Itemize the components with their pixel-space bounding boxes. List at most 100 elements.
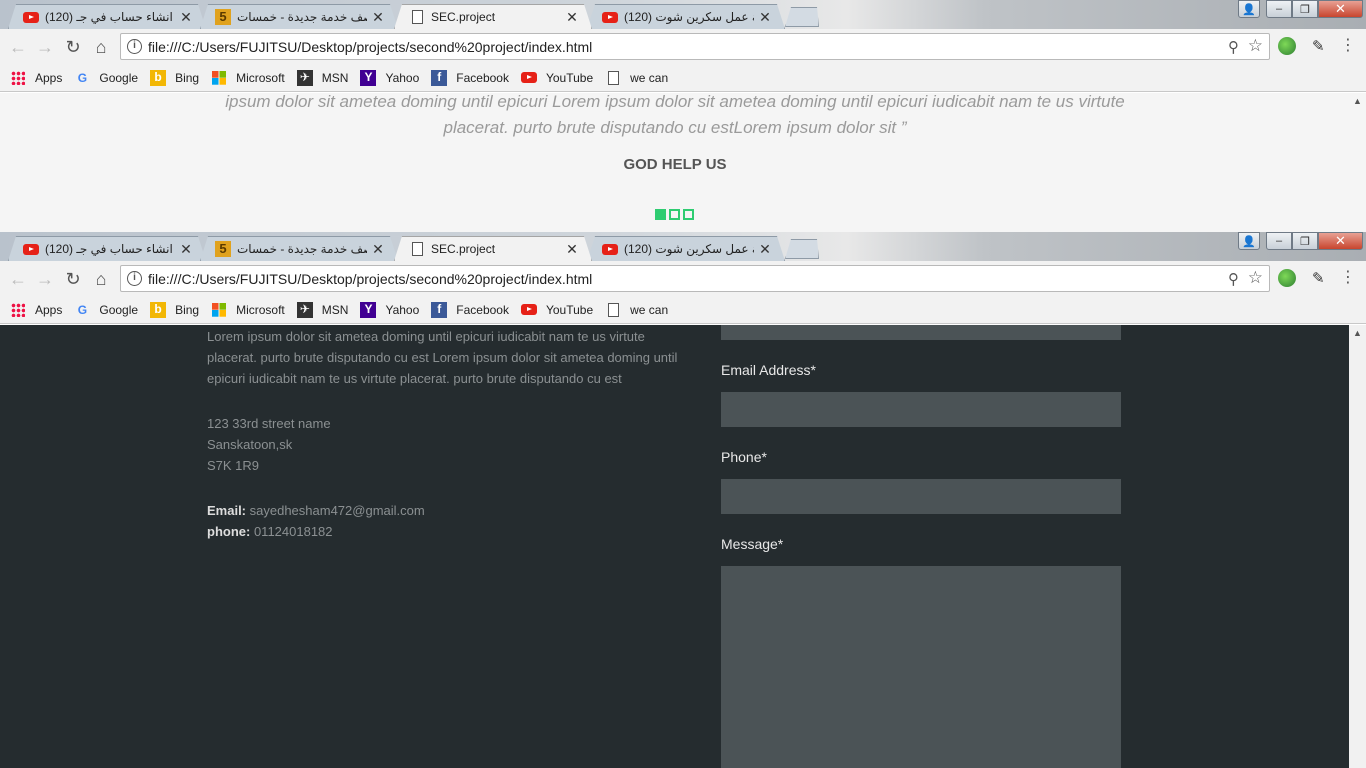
url-text[interactable]: file:///C:/Users/FUJITSU/Desktop/project…: [148, 271, 592, 287]
contact-details: Email: sayedhesham472@gmail.com phone: 0…: [207, 500, 425, 542]
bookmark-label: Bing: [175, 70, 200, 85]
extension-eyedropper-icon[interactable]: ✎: [1312, 37, 1330, 55]
slider-dot-3[interactable]: [683, 209, 694, 220]
zoom-icon[interactable]: ⚲: [1228, 270, 1239, 288]
bookmark-msn[interactable]: ✈ MSN: [296, 301, 348, 318]
phone-row: phone: 01124018182: [207, 521, 425, 542]
site-info-icon[interactable]: i: [127, 271, 142, 286]
minimize-button[interactable]: ‒: [1266, 232, 1292, 250]
tab-youtube-account[interactable]: (120) طريقة انشاء حساب في جـ ✕: [8, 4, 206, 29]
extension-globe-icon[interactable]: [1278, 269, 1296, 287]
extension-eyedropper-icon[interactable]: ✎: [1312, 269, 1330, 287]
chrome-menu-icon[interactable]: ⋮: [1340, 37, 1356, 55]
bookmark-star-icon[interactable]: ☆: [1248, 36, 1263, 56]
bookmark-facebook[interactable]: f Facebook: [431, 301, 509, 318]
extension-globe-icon[interactable]: [1278, 37, 1296, 55]
bookmark-msn[interactable]: ✈ MSN: [296, 69, 348, 86]
bookmark-label: we can: [630, 70, 669, 85]
scrollbar[interactable]: ▲: [1349, 325, 1366, 768]
bookmark-microsoft[interactable]: Microsoft: [211, 70, 285, 86]
bookmark-yahoo[interactable]: Y Yahoo: [360, 301, 419, 318]
bookmark-apps[interactable]: Apps: [10, 70, 62, 86]
tab-youtube-account[interactable]: (120) طريقة انشاء حساب في جـ ✕: [8, 236, 206, 261]
address-bar[interactable]: i file:///C:/Users/FUJITSU/Desktop/proje…: [120, 33, 1270, 60]
close-tab-icon[interactable]: ✕: [371, 9, 385, 26]
close-tab-icon[interactable]: ✕: [758, 9, 772, 26]
bookmark-google[interactable]: G Google: [74, 302, 138, 318]
google-icon: G: [77, 302, 88, 317]
close-tab-icon[interactable]: ✕: [179, 241, 193, 258]
bookmark-bing[interactable]: b Bing: [150, 301, 199, 318]
contact-address: 123 33rd street name Sanskatoon,sk S7K 1…: [207, 413, 331, 476]
bookmark-star-icon[interactable]: ☆: [1248, 268, 1263, 288]
scroll-up-icon[interactable]: ▲: [1353, 328, 1362, 338]
tab-sec-project[interactable]: SEC.project ✕: [394, 236, 592, 261]
message-textarea[interactable]: [721, 566, 1121, 768]
user-profile-icon[interactable]: 👤: [1238, 0, 1260, 18]
close-tab-icon[interactable]: ✕: [565, 241, 579, 258]
bookmark-bing[interactable]: b Bing: [150, 69, 200, 86]
home-icon[interactable]: ⌂: [90, 268, 112, 290]
bing-icon: b: [150, 69, 167, 86]
bookmark-label: YouTube: [545, 70, 594, 85]
bing-icon: b: [150, 301, 167, 318]
bookmark-facebook[interactable]: f Facebook: [431, 69, 509, 86]
browser-window-2: (120) طريقة انشاء حساب في جـ ✕ 5 أصف خدم…: [0, 232, 1366, 768]
zoom-icon[interactable]: ⚲: [1228, 38, 1239, 56]
phone-label: phone:: [207, 524, 251, 539]
slider-dot-2[interactable]: [669, 209, 680, 220]
reload-icon[interactable]: ↻: [62, 268, 84, 290]
address-bar[interactable]: i file:///C:/Users/FUJITSU/Desktop/proje…: [120, 265, 1270, 292]
address-line: S7K 1R9: [207, 458, 260, 473]
bookmark-microsoft[interactable]: Microsoft: [211, 302, 285, 318]
intro-line: epicuri iudicabit nam te us virtute plac…: [207, 371, 622, 386]
tab-youtube-screenshot[interactable]: (120) طريقة عمل سكرين شوت ✕: [587, 4, 785, 29]
msn-icon: ✈: [296, 69, 313, 86]
tab-youtube-screenshot[interactable]: (120) طريقة عمل سكرين شوت ✕: [587, 236, 785, 261]
tab-khamsat[interactable]: 5 أصف خدمة جديدة - خمسات ✕: [200, 236, 398, 261]
phone-field[interactable]: [721, 479, 1121, 514]
youtube-icon: [23, 9, 39, 25]
bookmark-apps[interactable]: Apps: [10, 302, 62, 318]
back-icon[interactable]: ←: [7, 36, 29, 58]
user-profile-icon[interactable]: 👤: [1238, 232, 1260, 250]
close-tab-icon[interactable]: ✕: [758, 241, 772, 258]
tab-sec-project[interactable]: SEC.project ✕: [394, 4, 592, 29]
close-tab-icon[interactable]: ✕: [371, 241, 385, 258]
message-label: Message*: [721, 536, 784, 552]
name-field[interactable]: [721, 325, 1121, 340]
microsoft-icon: [211, 70, 227, 86]
maximize-button[interactable]: ❐: [1292, 232, 1318, 250]
bookmark-youtube[interactable]: YouTube: [520, 70, 594, 86]
reload-icon[interactable]: ↻: [62, 36, 84, 58]
new-tab-button[interactable]: [785, 239, 819, 259]
forward-icon[interactable]: →: [34, 268, 56, 290]
site-info-icon[interactable]: i: [127, 39, 142, 54]
tab-khamsat[interactable]: 5 أصف خدمة جديدة - خمسات ✕: [200, 4, 398, 29]
back-icon[interactable]: ←: [7, 268, 29, 290]
bookmark-yahoo[interactable]: Y Yahoo: [360, 69, 419, 86]
page-viewport: ipsum dolor sit ametea doming until epic…: [0, 93, 1366, 232]
bookmark-youtube[interactable]: YouTube: [520, 302, 593, 318]
close-window-button[interactable]: ✕: [1318, 0, 1363, 18]
bookmark-we-can[interactable]: we can: [605, 302, 668, 318]
home-icon[interactable]: ⌂: [90, 36, 112, 58]
forward-icon[interactable]: →: [34, 36, 56, 58]
chrome-menu-icon[interactable]: ⋮: [1340, 269, 1356, 287]
close-tab-icon[interactable]: ✕: [179, 9, 193, 26]
minimize-button[interactable]: ‒: [1266, 0, 1292, 18]
bookmark-we-can[interactable]: we can: [605, 70, 668, 86]
close-window-button[interactable]: ✕: [1318, 232, 1363, 250]
slider-dot-1[interactable]: [655, 209, 666, 220]
close-tab-icon[interactable]: ✕: [565, 9, 579, 26]
url-text[interactable]: file:///C:/Users/FUJITSU/Desktop/project…: [148, 39, 592, 55]
scroll-up-icon[interactable]: ▲: [1353, 96, 1362, 106]
bookmark-google[interactable]: G Google: [74, 70, 138, 86]
scrollbar[interactable]: ▲: [1349, 93, 1366, 232]
bookmark-label: we can: [630, 302, 669, 317]
maximize-button[interactable]: ❐: [1292, 0, 1318, 18]
tab-title: (120) طريقة عمل سكرين شوت: [624, 242, 749, 256]
khamsat-icon: 5: [215, 9, 231, 25]
new-tab-button[interactable]: [785, 7, 819, 27]
email-address-field[interactable]: [721, 392, 1121, 427]
